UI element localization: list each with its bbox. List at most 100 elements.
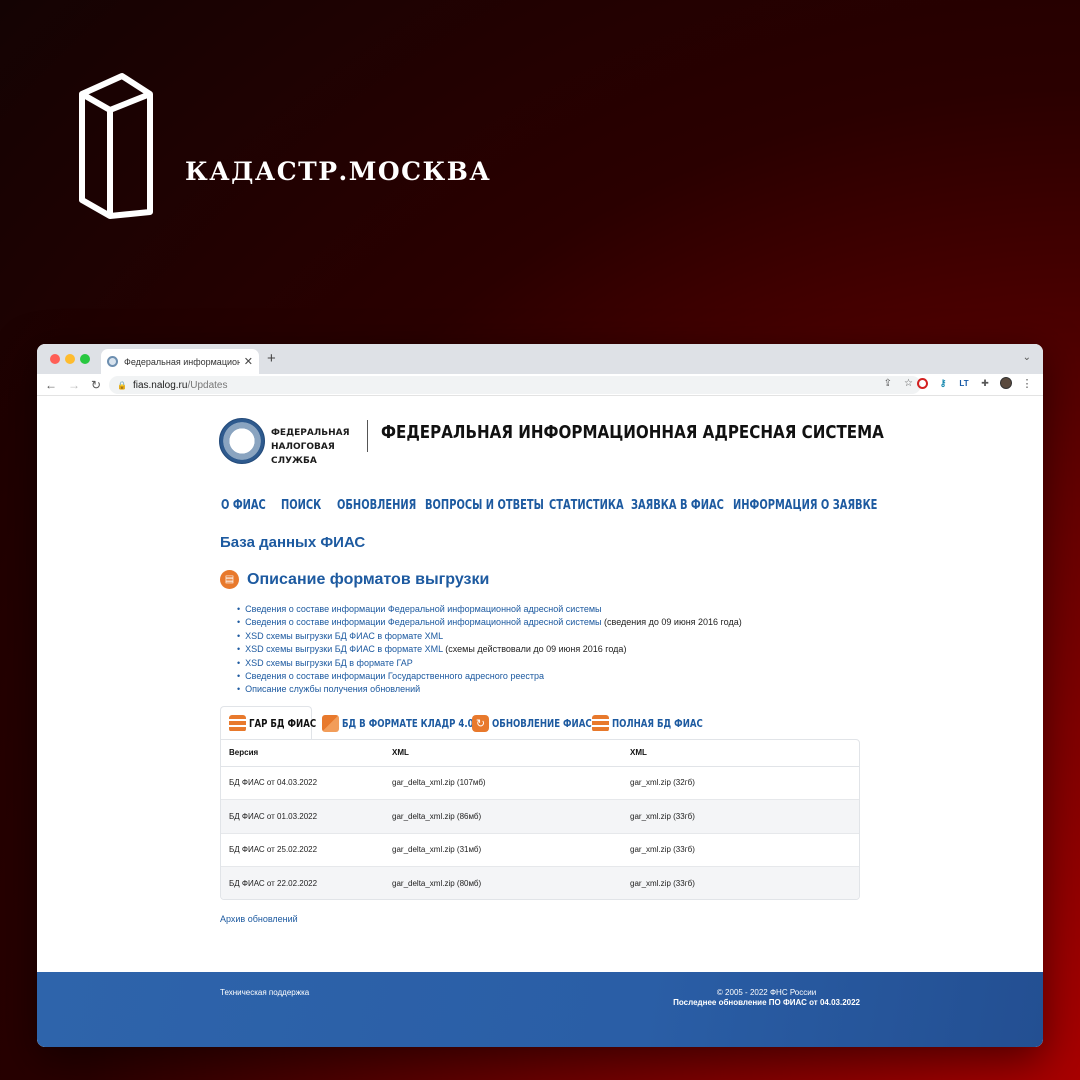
tab-bar: Федеральная информационн ✕ + ⌄ [37, 344, 1043, 374]
tab-label: ОБНОВЛЕНИЕ ФИАС [492, 716, 592, 730]
translate-extension-icon[interactable]: LT [958, 377, 970, 389]
delta-download-link[interactable]: gar_delta_xml.zip (107мб) [384, 766, 622, 800]
downloads-table-container: Версия XML XML БД ФИАС от 04.03.2022 gar… [220, 739, 860, 900]
file-tabs: ГАР БД ФИАС БД В ФОРМАТЕ КЛАДР 4.0 ↻ ОБН… [220, 706, 860, 740]
site-footer: Техническая поддержка © 2005 - 2022 ФНС … [37, 972, 1043, 1047]
main-nav: О ФИАС ПОИСК ОБНОВЛЕНИЯ ВОПРОСЫ И ОТВЕТЫ… [221, 496, 877, 514]
close-window-button[interactable] [50, 354, 60, 364]
link-note: (схемы действовали до 09 июня 2016 года) [442, 644, 627, 655]
building-logo-icon [79, 73, 153, 219]
delta-download-link[interactable]: gar_delta_xml.zip (80мб) [384, 866, 622, 899]
version-cell: БД ФИАС от 25.02.2022 [221, 833, 384, 867]
forward-button[interactable]: → [68, 378, 80, 392]
layers-icon [322, 714, 339, 732]
format-link[interactable]: Описание службы получения обновлений [245, 684, 420, 694]
format-link[interactable]: XSD схемы выгрузки БД ФИАС в формате XML [245, 644, 443, 654]
browser-toolbar: ← → ↻ 🔒 fias.nalog.ru/Updates ⇪ ☆ ⚷ LT ✚… [37, 374, 1043, 396]
support-link[interactable]: Техническая поддержка [220, 988, 309, 997]
share-icon[interactable]: ⇪ [884, 378, 892, 389]
table-row: БД ФИАС от 01.03.2022 gar_delta_xml.zip … [221, 799, 859, 834]
delta-download-link[interactable]: gar_delta_xml.zip (86мб) [384, 799, 622, 834]
url-path: /Updates [187, 379, 228, 391]
refresh-icon: ↻ [472, 714, 489, 732]
list-item: XSD схемы выгрузки БД в формате ГАР [237, 657, 742, 670]
format-link[interactable]: XSD схемы выгрузки БД в формате ГАР [245, 658, 413, 668]
extensions-area: ⚷ LT ✚ ⋮ [917, 377, 1033, 390]
server-stack-icon [229, 715, 246, 732]
tab-full-db[interactable]: ПОЛНАЯ БД ФИАС [584, 706, 703, 740]
tab-fias-update[interactable]: ↻ ОБНОВЛЕНИЕ ФИАС [464, 706, 592, 740]
web-page: ФЕДЕРАЛЬНАЯ НАЛОГОВАЯ СЛУЖБА ФЕДЕРАЛЬНАЯ… [37, 396, 1043, 1047]
delta-download-link[interactable]: gar_delta_xml.zip (31мб) [384, 833, 622, 867]
browser-tab[interactable]: Федеральная информационн ✕ [101, 349, 259, 374]
org-name: ФЕДЕРАЛЬНАЯ НАЛОГОВАЯ СЛУЖБА [271, 428, 350, 466]
section-header: ▤ Описание форматов выгрузки [220, 570, 489, 589]
address-bar[interactable]: 🔒 fias.nalog.ru/Updates ⇪ ☆ [109, 376, 921, 394]
format-links-list: Сведения о составе информации Федерально… [237, 603, 742, 697]
reload-button[interactable]: ↻ [91, 378, 101, 392]
close-tab-icon[interactable]: ✕ [244, 355, 253, 368]
url-host: fias.nalog.ru [132, 379, 188, 391]
nav-item-faq[interactable]: ВОПРОСЫ И ОТВЕТЫ [425, 498, 544, 513]
tab-title: Федеральная информационн [124, 356, 240, 367]
maximize-window-button[interactable] [80, 354, 90, 364]
tab-kladr-db[interactable]: БД В ФОРМАТЕ КЛАДР 4.0 [314, 706, 474, 740]
downloads-table: Версия XML XML БД ФИАС от 04.03.2022 gar… [221, 740, 859, 899]
full-download-link[interactable]: gar_xml.zip (32гб) [622, 766, 859, 800]
version-cell: БД ФИАС от 04.03.2022 [221, 766, 384, 800]
version-cell: БД ФИАС от 01.03.2022 [221, 799, 384, 834]
full-download-link[interactable]: gar_xml.zip (33гб) [622, 833, 859, 867]
page-title: База данных ФИАС [220, 534, 366, 551]
tab-label: ПОЛНАЯ БД ФИАС [612, 716, 703, 730]
link-note: (сведения до 09 июня 2016 года) [601, 617, 742, 628]
format-link[interactable]: XSD схемы выгрузки БД ФИАС в формате XML [245, 631, 443, 641]
new-tab-button[interactable]: + [267, 350, 276, 367]
full-download-link[interactable]: gar_xml.zip (33гб) [622, 799, 859, 834]
full-download-link[interactable]: gar_xml.zip (33гб) [622, 866, 859, 899]
chevron-down-icon[interactable]: ⌄ [1023, 352, 1031, 363]
puzzle-extensions-icon[interactable]: ✚ [979, 377, 991, 389]
browser-window: Федеральная информационн ✕ + ⌄ ← → ↻ 🔒 f… [37, 344, 1043, 1047]
kebab-menu-icon[interactable]: ⋮ [1021, 377, 1033, 390]
table-row: БД ФИАС от 04.03.2022 gar_delta_xml.zip … [221, 766, 859, 800]
opera-extension-icon[interactable] [917, 377, 928, 389]
tab-label: БД В ФОРМАТЕ КЛАДР 4.0 [342, 716, 474, 730]
list-item: Сведения о составе информации Федерально… [237, 616, 742, 629]
copyright-text: © 2005 - 2022 ФНС России [716, 988, 817, 997]
table-row: БД ФИАС от 25.02.2022 gar_delta_xml.zip … [221, 833, 859, 867]
fns-emblem-icon[interactable] [219, 418, 265, 464]
profile-avatar[interactable] [1000, 377, 1012, 389]
server-stack-icon [592, 714, 609, 732]
nav-item-search[interactable]: ПОИСК [281, 498, 321, 513]
list-item: XSD схемы выгрузки БД ФИАС в формате XML… [237, 643, 742, 656]
bookmark-star-icon[interactable]: ☆ [904, 378, 913, 389]
table-row: БД ФИАС от 22.02.2022 gar_delta_xml.zip … [221, 866, 859, 899]
nav-item-about[interactable]: О ФИАС [221, 498, 266, 513]
tab-gar-db[interactable]: ГАР БД ФИАС [220, 706, 316, 740]
last-update-text: Последнее обновление ПО ФИАС от 04.03.20… [673, 998, 860, 1007]
column-header-xml-full: XML [622, 740, 859, 767]
section-title: Описание форматов выгрузки [247, 570, 490, 588]
brand-name: КАДАСТР.МОСКВА [185, 157, 492, 186]
table-header-row: Версия XML XML [221, 740, 859, 767]
list-item: Описание службы получения обновлений [237, 683, 742, 696]
minimize-window-button[interactable] [65, 354, 75, 364]
site-title: ФЕДЕРАЛЬНАЯ ИНФОРМАЦИОННАЯ АДРЕСНАЯ СИСТ… [381, 422, 884, 443]
key-extension-icon[interactable]: ⚷ [937, 377, 949, 389]
column-header-version: Версия [221, 740, 384, 767]
archive-link[interactable]: Архив обновлений [220, 914, 298, 924]
back-button[interactable]: ← [45, 378, 57, 392]
format-link[interactable]: Сведения о составе информации Федерально… [245, 604, 601, 614]
copyright-block: © 2005 - 2022 ФНС России Последнее обнов… [673, 988, 860, 1008]
fns-favicon-icon [107, 356, 118, 367]
nav-item-request-info[interactable]: ИНФОРМАЦИЯ О ЗАЯВКЕ [733, 498, 877, 513]
column-header-xml-delta: XML [384, 740, 622, 767]
list-item: Сведения о составе информации Государств… [237, 670, 742, 683]
format-link[interactable]: Сведения о составе информации Федерально… [245, 617, 601, 627]
list-item: XSD схемы выгрузки БД ФИАС в формате XML [237, 630, 742, 643]
nav-item-updates[interactable]: ОБНОВЛЕНИЯ [337, 498, 416, 513]
nav-item-statistics[interactable]: СТАТИСТИКА [549, 498, 624, 513]
format-link[interactable]: Сведения о составе информации Государств… [245, 671, 544, 681]
nav-item-request[interactable]: ЗАЯВКА В ФИАС [631, 498, 724, 513]
header-divider [367, 420, 368, 452]
